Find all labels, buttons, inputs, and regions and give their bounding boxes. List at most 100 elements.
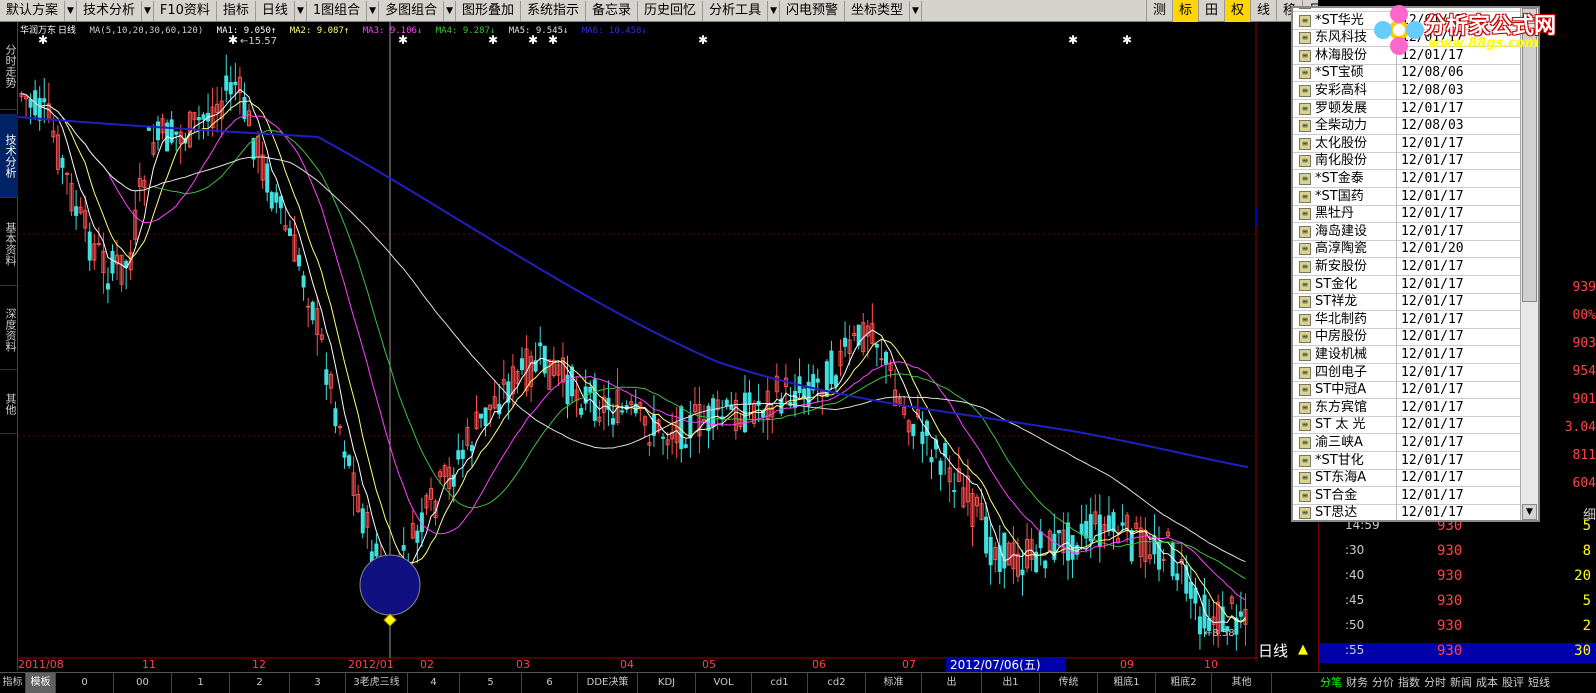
toolbar-item[interactable]: 历史回忆 (638, 0, 704, 21)
toolbar-item[interactable]: 多图组合 (379, 0, 445, 21)
indicator-tab[interactable]: DDE决策 (578, 673, 638, 693)
toolbar-item[interactable]: 闪电预警 (780, 0, 846, 21)
indicator-tab[interactable]: 出 (922, 673, 982, 693)
toolbar-item[interactable]: 图形叠加 (456, 0, 522, 21)
right-panel-tab[interactable]: 财务 (1344, 673, 1370, 692)
dropdown-arrow-icon[interactable]: ▼ (910, 0, 922, 21)
indicator-tab[interactable]: cd1 (752, 673, 808, 693)
stock-list-row[interactable]: ≡ *ST金泰 12/01/17 (1293, 170, 1522, 188)
indicator-tab[interactable]: cd2 (808, 673, 866, 693)
toolbar-item[interactable]: F10资料 (154, 0, 217, 21)
dropdown-arrow-icon[interactable]: ▼ (295, 0, 307, 21)
stock-list-row[interactable]: ≡ ST中冠A 12/01/17 (1293, 381, 1522, 400)
indicator-tab[interactable]: 粗底1 (1098, 673, 1156, 693)
indicator-tab[interactable]: 6 (522, 673, 578, 693)
stock-list-row[interactable]: ≡ 海岛建设 12/01/17 (1293, 222, 1522, 241)
stock-list-row[interactable]: ≡ *ST甘化 12/01/17 (1293, 451, 1522, 470)
stock-icon: ≡ (1299, 102, 1311, 115)
stock-list-row[interactable]: ≡ ST 太 光 12/01/17 (1293, 416, 1522, 435)
stock-list-row[interactable]: ≡ 全柴动力 12/08/03 (1293, 117, 1522, 136)
dropdown-arrow-icon[interactable]: ▼ (444, 0, 456, 21)
right-panel-tab[interactable]: 分笔 (1318, 673, 1344, 692)
dropdown-arrow-icon[interactable]: ▼ (65, 0, 77, 21)
indicator-tab[interactable]: 4 (408, 673, 460, 693)
dropdown-arrow-icon[interactable]: ▼ (142, 0, 154, 21)
stock-list-scrollbar[interactable]: ▲ ▼ (1520, 8, 1538, 520)
stock-list-row[interactable]: ≡ ST合金 12/01/17 (1293, 486, 1522, 505)
left-tab[interactable]: 深度资料 (0, 290, 18, 370)
stock-list-row[interactable]: ≡ 安彩高科 12/08/03 (1293, 82, 1522, 100)
stock-list-row[interactable]: ≡ 太化股份 12/01/17 (1293, 134, 1522, 153)
stock-list-row[interactable]: ≡ ST东海A 12/01/17 (1293, 469, 1522, 488)
toolbar-item[interactable]: 默认方案 (0, 0, 66, 21)
indicator-tab[interactable]: 5 (460, 673, 522, 693)
right-panel-tab[interactable]: 指数 (1396, 673, 1422, 692)
indicator-tab[interactable]: 出1 (982, 673, 1040, 693)
stock-list-row[interactable]: ≡ 四创电子 12/01/17 (1293, 363, 1522, 382)
indicator-tab[interactable]: 其他 (1212, 673, 1272, 693)
stock-list-row[interactable]: ≡ *ST宝硕 12/08/06 (1293, 64, 1522, 83)
toolbar-right-button[interactable]: 测 (1146, 0, 1172, 22)
candle-body (943, 443, 948, 457)
toolbar-item[interactable]: 1图组合 (307, 0, 368, 21)
stock-list-row[interactable]: ≡ ST祥龙 12/01/17 (1293, 293, 1522, 312)
stock-list-row[interactable]: ≡ 建设机械 12/01/17 (1293, 346, 1522, 364)
indicator-tab[interactable]: 0 (56, 673, 114, 693)
toolbar-item[interactable]: 坐标类型 (845, 0, 911, 21)
indicator-tab[interactable]: 2 (230, 673, 290, 693)
toolbar-right-button[interactable]: 标 (1172, 0, 1198, 22)
dropdown-arrow-icon[interactable]: ▼ (768, 0, 780, 21)
candle-body (196, 117, 201, 121)
stock-list: ≡华润万东12/01/17≡*ST华光12/01/17≡东风科技12/01/17… (1293, 8, 1522, 520)
stock-list-row[interactable]: ≡ 新安股份 12/01/17 (1293, 258, 1522, 276)
right-panel-tab[interactable]: 分时 (1422, 673, 1448, 692)
toolbar-right-button[interactable]: 线 (1250, 0, 1276, 22)
stock-list-row[interactable]: ≡ 罗顿发展 12/01/17 (1293, 99, 1522, 118)
toolbar-right-button[interactable]: 田 (1198, 0, 1224, 22)
indicator-tab[interactable]: KDJ (638, 673, 696, 693)
left-tab[interactable]: 分时走势 (0, 22, 18, 110)
stock-list-popup[interactable]: ≡华润万东12/01/17≡*ST华光12/01/17≡东风科技12/01/17… (1291, 6, 1540, 522)
indicator-tab[interactable]: 模板 (26, 673, 56, 693)
indicator-tab[interactable]: 3 (290, 673, 346, 693)
right-panel-tab[interactable]: 短线 (1526, 673, 1552, 692)
right-panel-tab[interactable]: 分价 (1370, 673, 1396, 692)
toolbar-item[interactable]: 备忘录 (586, 0, 639, 21)
stock-list-row[interactable]: ≡ 黑牡丹 12/01/17 (1293, 205, 1522, 224)
stock-list-row[interactable]: ≡ 南化股份 12/01/17 (1293, 152, 1522, 171)
stock-list-row[interactable]: ≡ 中房股份 12/01/17 (1293, 328, 1522, 347)
toolbar-item[interactable]: 系统指示 (521, 0, 587, 21)
toolbar-right-button[interactable]: 权 (1224, 0, 1250, 22)
stock-list-row[interactable]: ≡ ST金化 12/01/17 (1293, 275, 1522, 294)
indicator-tab[interactable]: 3老虎三线 (346, 673, 408, 693)
stock-list-row[interactable]: ≡ 渝三峡A 12/01/17 (1293, 434, 1522, 452)
period-label[interactable]: 日线 (1258, 640, 1288, 661)
left-tab[interactable]: 其他 (0, 374, 18, 434)
stock-list-row[interactable]: ≡ *ST国药 12/01/17 (1293, 187, 1522, 206)
left-tab[interactable]: 基本资料 (0, 202, 18, 286)
right-panel-tab[interactable]: 股评 (1500, 673, 1526, 692)
indicator-tab[interactable]: 标准 (866, 673, 922, 693)
scroll-thumb[interactable] (1522, 32, 1537, 302)
scroll-down-icon[interactable]: ▼ (1522, 504, 1537, 520)
toolbar-item[interactable]: 分析工具 (703, 0, 769, 21)
right-panel-tab[interactable]: 成本 (1474, 673, 1500, 692)
toolbar-item[interactable]: 技术分析 (77, 0, 142, 21)
stock-list-row[interactable]: ≡ 东方宾馆 12/01/17 (1293, 398, 1522, 417)
candlestick-chart[interactable]: ✱✱✱✱✱✱✱✱✱←15.57←8.5813.1 (18, 22, 1258, 662)
indicator-tab[interactable]: 指标 (0, 673, 26, 693)
toolbar-item[interactable]: 指标 (217, 0, 256, 21)
right-panel-tab[interactable]: 新闻 (1448, 673, 1474, 692)
stock-list-row[interactable]: ≡ ST思达 12/01/17 (1293, 504, 1522, 520)
toolbar-item[interactable]: 日线 (256, 0, 295, 21)
indicator-tab[interactable]: 粗底2 (1156, 673, 1212, 693)
stock-list-row[interactable]: ≡ 华北制药 12/01/17 (1293, 310, 1522, 329)
indicator-tab[interactable]: 00 (114, 673, 172, 693)
left-tab[interactable]: 技术分析 (0, 114, 18, 198)
indicator-tab[interactable]: VOL (696, 673, 752, 693)
dropdown-arrow-icon[interactable]: ▼ (367, 0, 380, 21)
period-triangle-icon[interactable]: ▲ (1298, 642, 1308, 657)
indicator-tab[interactable]: 1 (172, 673, 230, 693)
stock-list-row[interactable]: ≡ 高淳陶瓷 12/01/20 (1293, 240, 1522, 259)
indicator-tab[interactable]: 传统 (1040, 673, 1098, 693)
